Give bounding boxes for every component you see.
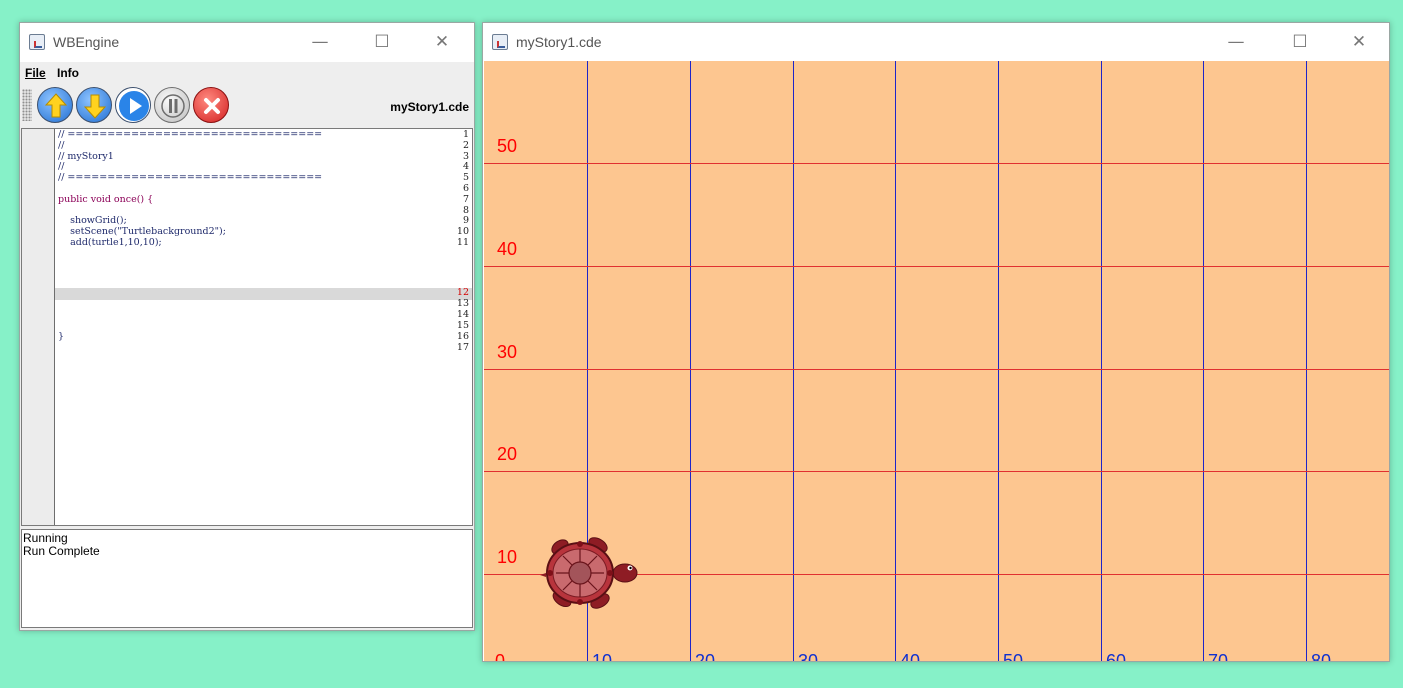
stage-title-bar[interactable]: myStory1.cde — ☐ ✕: [483, 23, 1389, 61]
window-title: WBEngine: [53, 34, 120, 50]
code-editor[interactable]: 1// ================================ 2 //…: [21, 128, 473, 526]
java-app-icon: [492, 34, 508, 50]
code-line[interactable]: 3// myStory1: [22, 150, 472, 163]
menu-info[interactable]: Info: [57, 66, 79, 80]
play-icon: [119, 91, 149, 121]
toolbar-grip[interactable]: [22, 89, 32, 121]
code-line[interactable]: 11 add(turtle1,10,10);: [22, 237, 472, 249]
code-line[interactable]: 5// ================================: [22, 172, 472, 184]
code-line[interactable]: 7 public void once() {: [22, 193, 472, 206]
stop-button[interactable]: [193, 87, 229, 123]
grid-x-label: 50: [1003, 651, 1024, 661]
grid-y-label: 30: [497, 342, 518, 362]
grid-x-label: 30: [798, 651, 819, 661]
grid-vline: [793, 61, 794, 661]
code-line[interactable]: 17: [22, 342, 472, 354]
grid-vline: [1101, 61, 1102, 661]
grid-y-label: 10: [497, 547, 518, 567]
maximize-icon[interactable]: ☐: [1287, 29, 1313, 55]
code-line[interactable]: 13: [22, 298, 472, 310]
line-number: 17: [456, 342, 469, 353]
editor-window: WBEngine — ☐ ✕ File Info myStory1.cde 1 …: [19, 22, 475, 631]
code-text: public void once() {: [58, 193, 154, 205]
grid-hline: [484, 163, 1389, 164]
console-output[interactable]: Running Run Complete: [21, 529, 473, 628]
down-arrow-icon: [83, 94, 107, 119]
grid-x-label: 20: [695, 651, 716, 661]
minimize-icon[interactable]: —: [1223, 29, 1249, 55]
grid-vline: [690, 61, 691, 661]
menu-file[interactable]: File: [25, 66, 46, 80]
grid-y-label: 20: [497, 444, 518, 464]
grid-vline: [1203, 61, 1204, 661]
code-text: // ================================: [58, 129, 323, 140]
close-icon[interactable]: ✕: [1346, 29, 1372, 55]
stop-x-icon: [204, 98, 220, 114]
grid-vline: [895, 61, 896, 661]
grid-vline: [1306, 61, 1307, 661]
line-number: 11: [456, 237, 469, 248]
grid-x-label: 0: [495, 651, 506, 661]
grid-y-label: 40: [497, 239, 518, 259]
pause-button[interactable]: [154, 87, 190, 123]
code-text: add(turtle1,10,10);: [58, 237, 162, 248]
grid-vline: [998, 61, 999, 661]
grid-hline: [484, 471, 1389, 472]
line-number: 7: [462, 193, 469, 205]
current-file-label: myStory1.cde: [390, 100, 469, 114]
up-arrow-icon: [44, 93, 68, 118]
window-title: myStory1.cde: [516, 34, 602, 50]
line-number: 2: [462, 139, 469, 151]
run-button[interactable]: [115, 87, 151, 123]
move-down-button[interactable]: [76, 87, 112, 123]
code-text: //: [58, 139, 65, 151]
java-app-icon: [29, 34, 45, 50]
close-icon[interactable]: ✕: [429, 29, 455, 55]
code-text: // ================================: [58, 172, 323, 184]
grid-y-label: 50: [497, 136, 518, 156]
code-text: }: [58, 331, 65, 342]
minimize-icon[interactable]: —: [307, 29, 333, 55]
stage-canvas[interactable]: 50 40 30 20 10 0 10 20 30 40 50 60 70 80: [484, 61, 1389, 661]
code-text: // myStory1: [58, 150, 114, 162]
grid-hline: [484, 266, 1389, 267]
toolbar: myStory1.cde: [20, 84, 474, 125]
editor-title-bar[interactable]: WBEngine — ☐ ✕: [20, 23, 474, 62]
grid-x-label: 10: [592, 651, 613, 661]
code-line[interactable]: 1// ================================: [22, 129, 472, 141]
grid-x-label: 80: [1311, 651, 1332, 661]
grid-hline: [484, 369, 1389, 370]
turtle-sprite[interactable]: [540, 531, 640, 616]
console-line: Run Complete: [23, 544, 100, 558]
code-line-current[interactable]: 12: [22, 287, 472, 299]
stage-window: myStory1.cde — ☐ ✕ 50 40 30 20 10 0 10 2…: [482, 22, 1390, 662]
code-line[interactable]: 16}: [22, 331, 472, 343]
grid-x-label: 70: [1208, 651, 1229, 661]
grid-x-label: 40: [900, 651, 921, 661]
maximize-icon[interactable]: ☐: [369, 29, 395, 55]
pause-icon: [161, 94, 185, 118]
grid-x-label: 60: [1106, 651, 1127, 661]
code-line[interactable]: 15: [22, 320, 472, 332]
code-line[interactable]: 2 //: [22, 139, 472, 152]
move-up-button[interactable]: [37, 87, 73, 123]
code-line[interactable]: 14: [22, 309, 472, 321]
menu-bar: File Info: [20, 62, 474, 84]
